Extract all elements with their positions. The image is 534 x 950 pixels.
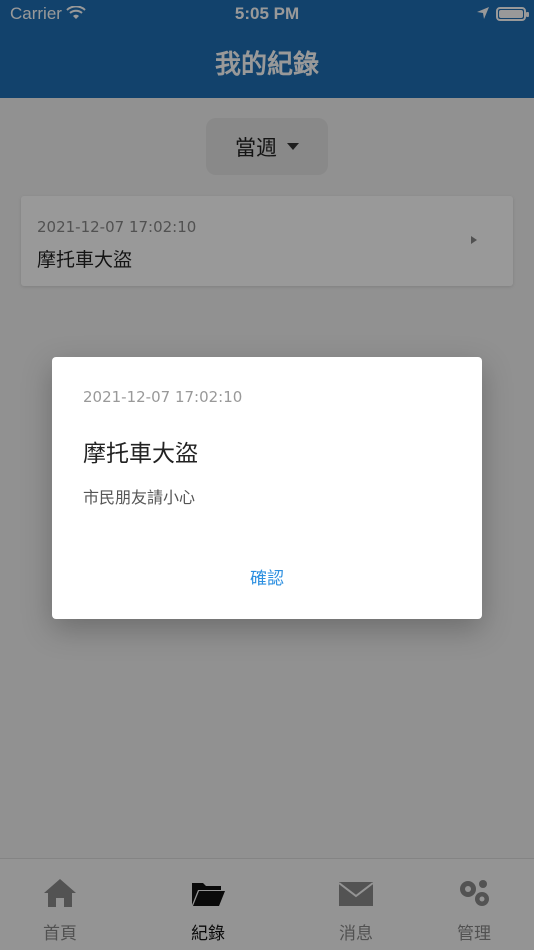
confirm-button[interactable]: 確認 (217, 562, 317, 596)
dialog-datetime: 2021-12-07 17:02:10 (83, 388, 243, 406)
dialog-title: 摩托車大盜 (83, 441, 198, 467)
dialog-message: 市民朋友請小心 (83, 488, 196, 507)
alert-dialog: 2021-12-07 17:02:10 摩托車大盜 市民朋友請小心 確認 (52, 357, 482, 619)
